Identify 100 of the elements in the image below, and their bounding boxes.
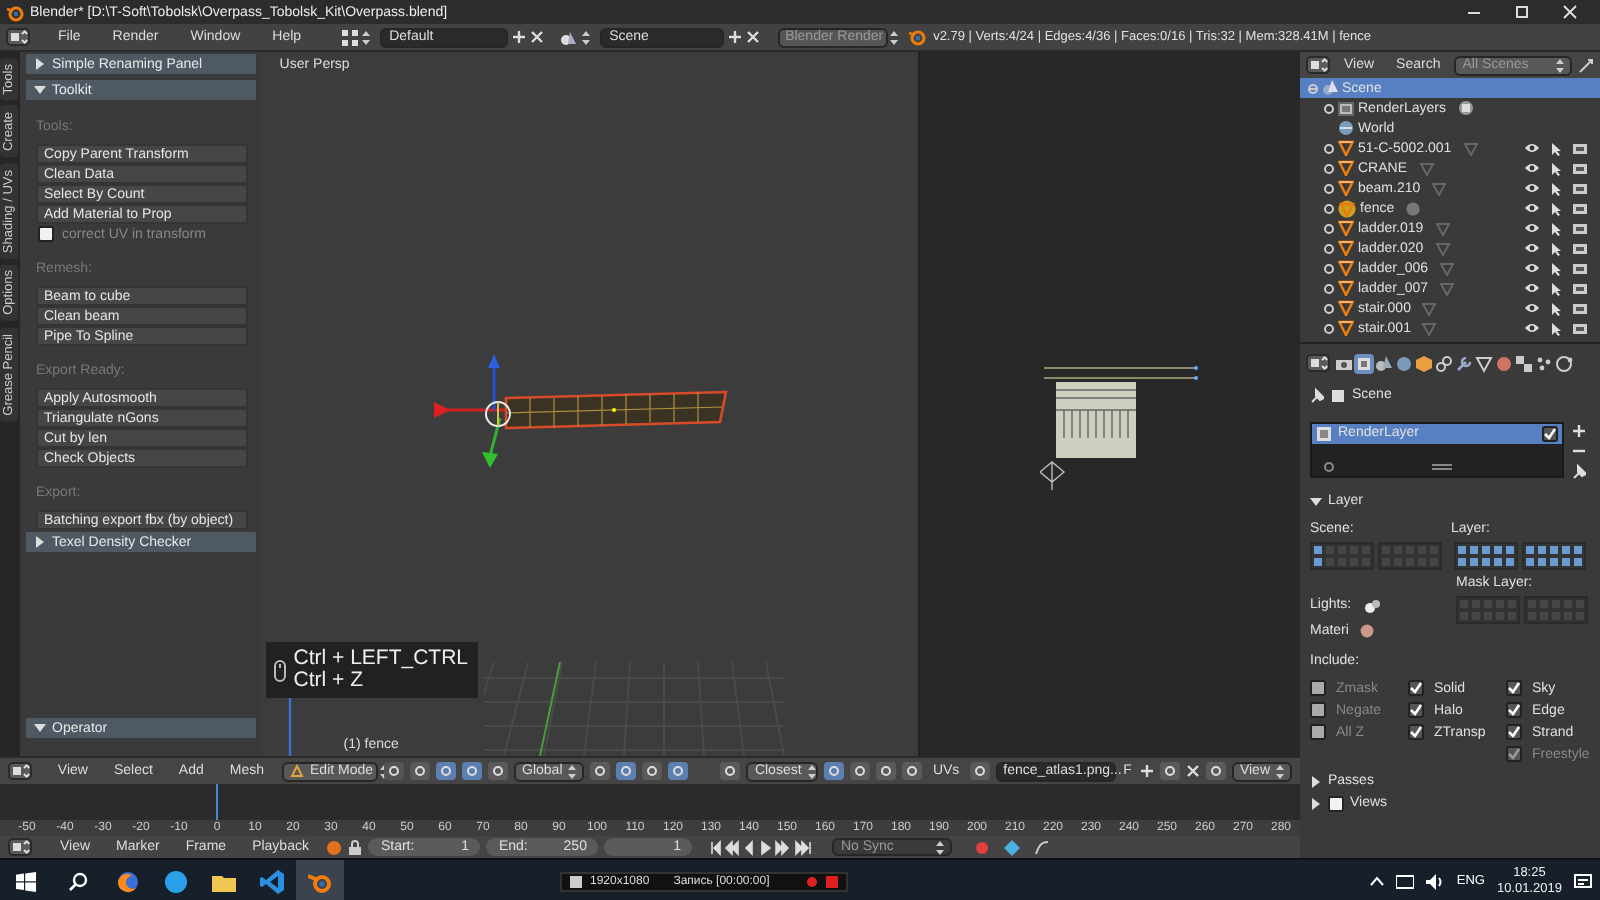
chain-icon[interactable] <box>1434 353 1454 374</box>
editor-type-button[interactable] <box>8 838 32 856</box>
layer-toggle[interactable] <box>1416 543 1428 556</box>
filter-icon[interactable] <box>1578 57 1594 73</box>
disclosure-triangle-icon[interactable] <box>1310 775 1322 788</box>
playback-controls-icon[interactable] <box>710 839 815 855</box>
expand-toggle-icon[interactable] <box>1324 263 1334 273</box>
visibility-eye-icon[interactable] <box>1524 302 1540 314</box>
close-icon[interactable] <box>529 30 544 44</box>
layer-toggle[interactable] <box>1494 597 1506 610</box>
layer-toggle[interactable] <box>1550 597 1562 610</box>
lock-icon[interactable] <box>348 839 363 855</box>
visibility-eye-icon[interactable] <box>1524 262 1540 274</box>
disclosure-triangle-icon[interactable] <box>34 722 46 734</box>
visibility-eye-icon[interactable] <box>1524 242 1540 254</box>
layer-toggle[interactable] <box>1538 597 1550 610</box>
plus-icon[interactable] <box>511 30 526 44</box>
triangle-icon[interactable] <box>1474 353 1494 374</box>
disclosure-triangle-icon[interactable] <box>34 84 46 96</box>
visibility-eye-icon[interactable] <box>1524 282 1540 294</box>
checkbox[interactable] <box>1408 702 1424 719</box>
windows-logo-icon[interactable] <box>16 871 36 891</box>
material-icon[interactable] <box>1494 353 1514 374</box>
editor-type-button[interactable] <box>1306 56 1330 74</box>
visibility-eye-icon[interactable] <box>1524 162 1540 174</box>
disclosure-triangle-icon[interactable] <box>1310 495 1322 508</box>
close-icon[interactable] <box>1185 764 1200 778</box>
expand-toggle-icon[interactable] <box>1324 283 1334 293</box>
layer-toggle[interactable] <box>1524 543 1536 556</box>
visibility-eye-icon[interactable] <box>1524 222 1540 234</box>
particles-icon[interactable] <box>1534 353 1554 374</box>
layer-toggle[interactable] <box>1360 543 1372 556</box>
expand-toggle-icon[interactable] <box>1324 243 1334 253</box>
layer-toggle[interactable] <box>1428 543 1440 556</box>
close-icon[interactable] <box>745 30 760 44</box>
layer-toggle[interactable] <box>1380 543 1392 556</box>
layer-toggle[interactable] <box>1574 597 1586 610</box>
layer-toggle[interactable] <box>1456 543 1468 556</box>
layout-grid-icon[interactable] <box>341 29 358 45</box>
expand-toggle-icon[interactable] <box>1324 183 1334 193</box>
chevron-up-icon[interactable] <box>1370 876 1385 886</box>
expand-toggle-icon[interactable] <box>1324 323 1334 333</box>
plus-icon[interactable] <box>1139 764 1154 778</box>
layer-toggle[interactable] <box>1470 597 1482 610</box>
network-icon[interactable] <box>1396 873 1415 889</box>
plus-icon[interactable] <box>727 30 742 44</box>
layer-toggle[interactable] <box>1506 597 1518 610</box>
cube-icon[interactable] <box>1414 353 1434 374</box>
search-icon[interactable] <box>68 871 88 891</box>
scene-icon[interactable] <box>1374 353 1394 374</box>
layer-toggle[interactable] <box>1572 543 1584 556</box>
visibility-eye-icon[interactable] <box>1524 322 1540 334</box>
layer-toggle[interactable] <box>1324 543 1336 556</box>
plus-icon[interactable] <box>1572 423 1586 438</box>
visibility-eye-icon[interactable] <box>1524 182 1540 194</box>
expand-toggle-icon[interactable] <box>1324 303 1334 313</box>
layer-toggle[interactable] <box>1536 543 1548 556</box>
speaker-icon[interactable] <box>1426 873 1445 889</box>
checkbox[interactable] <box>38 226 54 242</box>
layer-toggle[interactable] <box>1504 543 1516 556</box>
checkbox[interactable] <box>1408 724 1424 741</box>
graph-icon[interactable] <box>1034 839 1051 855</box>
lights-icon[interactable] <box>1363 597 1380 614</box>
layer-toggle[interactable] <box>1458 597 1470 610</box>
scene-icon[interactable] <box>559 29 578 45</box>
visibility-eye-icon[interactable] <box>1524 202 1540 214</box>
keyframe-icon[interactable] <box>326 839 343 855</box>
record-icon[interactable] <box>805 875 818 887</box>
disclosure-triangle-icon[interactable] <box>34 536 46 548</box>
expand-toggle-icon[interactable] <box>1324 203 1334 213</box>
checkbox[interactable] <box>1506 680 1522 697</box>
resize-handle-icon[interactable] <box>1432 463 1452 470</box>
layer-toggle[interactable] <box>1404 543 1416 556</box>
expand-toggle-icon[interactable] <box>1324 143 1334 153</box>
layer-toggle[interactable] <box>1482 597 1494 610</box>
layer-toggle[interactable] <box>1526 597 1538 610</box>
layer-toggle[interactable] <box>1348 543 1360 556</box>
material-icon[interactable] <box>1360 624 1375 639</box>
world-icon[interactable] <box>1394 353 1414 374</box>
layer-toggle[interactable] <box>1560 543 1572 556</box>
expand-toggle-icon[interactable] <box>1324 223 1334 233</box>
editor-type-button[interactable] <box>1306 354 1330 373</box>
disclosure-triangle-icon[interactable] <box>1310 797 1322 810</box>
layer-toggle[interactable] <box>1562 597 1574 610</box>
expand-toggle-icon[interactable] <box>1308 83 1318 93</box>
checkbox[interactable] <box>1542 425 1558 442</box>
layer-toggle[interactable] <box>1492 543 1504 556</box>
editor-type-button[interactable] <box>6 28 30 46</box>
checkbox[interactable] <box>1506 724 1522 741</box>
wrench-icon[interactable] <box>1454 353 1474 374</box>
orbit-icon[interactable] <box>1554 353 1574 374</box>
checkbox[interactable] <box>1408 680 1424 697</box>
layer-toggle[interactable] <box>1480 543 1492 556</box>
stop-icon[interactable] <box>825 875 838 887</box>
render-layer-toggle-icon[interactable] <box>1457 100 1474 116</box>
layer-toggle[interactable] <box>1392 543 1404 556</box>
layer-toggle[interactable] <box>1312 543 1324 556</box>
checkbox[interactable] <box>1506 702 1522 719</box>
visibility-eye-icon[interactable] <box>1524 142 1540 154</box>
close-icon[interactable] <box>1562 4 1578 20</box>
